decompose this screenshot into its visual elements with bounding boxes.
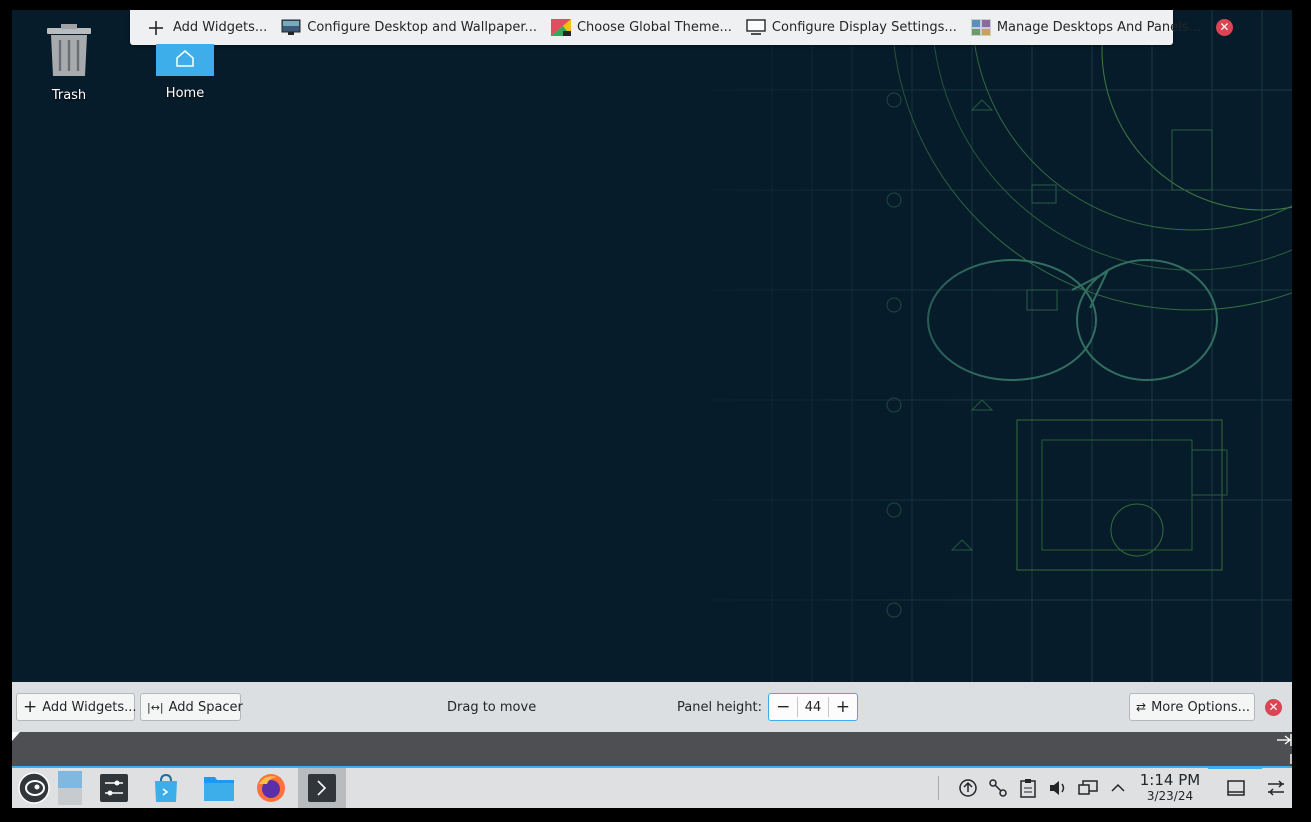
- configure-desktop-label: Configure Desktop and Wallpaper...: [307, 20, 537, 35]
- increase-height-button[interactable]: +: [827, 697, 857, 717]
- ruler-markers: [12, 732, 1292, 764]
- more-options-label: More Options...: [1151, 699, 1251, 715]
- add-widgets-button[interactable]: Add Widgets...: [140, 14, 274, 41]
- application-launcher-button[interactable]: [16, 768, 52, 808]
- clipboard-icon[interactable]: [1018, 778, 1038, 798]
- folder-icon: [204, 777, 234, 801]
- volume-icon[interactable]: [1048, 778, 1068, 798]
- close-panel-edit-icon[interactable]: ✕: [1265, 698, 1283, 716]
- left-offset-handle-icon: [12, 732, 20, 741]
- desktop[interactable]: Add Widgets... Configure Desktop and Wal…: [12, 10, 1292, 808]
- dolphin-file-manager-task[interactable]: [202, 768, 236, 808]
- panel-configure-icon[interactable]: [1266, 778, 1286, 798]
- plus-icon: [147, 19, 167, 36]
- clock-date: 3/23/24: [1146, 789, 1194, 803]
- pager-widget[interactable]: [56, 768, 84, 808]
- panel-edit-toolbar: + Add Widgets... |↔| Add Spacer Drag to …: [12, 682, 1292, 732]
- panel-height-label: Panel height:: [677, 699, 763, 715]
- taskbar-panel: 1:14 PM 3/23/24: [12, 766, 1292, 808]
- network-icon[interactable]: [988, 778, 1008, 798]
- konsole-task-active[interactable]: [298, 768, 346, 808]
- panel-height-stepper[interactable]: − 44 +: [768, 693, 859, 721]
- manage-desktops-label: Manage Desktops And Panels...: [996, 20, 1201, 35]
- add-spacer-label: Add Spacer: [168, 699, 243, 715]
- more-options-button[interactable]: ⇄ More Options...: [1129, 693, 1256, 721]
- tray-separator: [938, 776, 939, 800]
- clock-time: 1:14 PM: [1139, 771, 1201, 789]
- configure-desktop-button[interactable]: Configure Desktop and Wallpaper...: [274, 14, 544, 41]
- plus-icon: +: [23, 696, 38, 717]
- wallpaper: [652, 10, 1292, 682]
- add-spacer-button[interactable]: |↔| Add Spacer: [140, 693, 243, 721]
- configure-display-button[interactable]: Configure Display Settings...: [739, 14, 964, 41]
- panel-height-value[interactable]: 44: [798, 700, 827, 715]
- terminal-icon: [308, 774, 336, 802]
- theme-palette-icon: [550, 19, 571, 36]
- system-settings-task[interactable]: [98, 768, 130, 808]
- opensuse-logo-icon: [18, 772, 50, 804]
- trash-label: Trash: [51, 88, 87, 103]
- settings-sliders-icon: [100, 774, 128, 802]
- clock-active-indicator: [1208, 766, 1262, 769]
- configure-display-label: Configure Display Settings...: [771, 20, 957, 35]
- update-notifier-icon[interactable]: [958, 778, 978, 798]
- firefox-task[interactable]: [254, 768, 288, 808]
- shopping-bag-icon: [155, 773, 177, 802]
- sliders-icon: ⇄: [1136, 700, 1147, 714]
- panel-add-widgets-label: Add Widgets...: [42, 699, 137, 715]
- desktops-panels-icon: [970, 19, 991, 36]
- desktop-toolbar: Add Widgets... Configure Desktop and Wal…: [130, 10, 1233, 45]
- home-desktop-icon[interactable]: Home: [140, 44, 230, 101]
- drag-to-move-handle[interactable]: Drag to move: [447, 700, 567, 715]
- home-label: Home: [165, 86, 205, 101]
- firefox-icon: [257, 774, 285, 802]
- display-configuration-icon[interactable]: [1078, 778, 1098, 798]
- panel-ruler[interactable]: [12, 732, 1292, 766]
- choose-global-theme-label: Choose Global Theme...: [576, 20, 732, 35]
- trash-icon: [47, 24, 91, 76]
- trash-desktop-icon[interactable]: Trash: [24, 22, 114, 103]
- add-widgets-label: Add Widgets...: [173, 20, 268, 35]
- spacer-icon: |↔|: [147, 700, 164, 714]
- panel-add-widgets-button[interactable]: + Add Widgets...: [16, 693, 137, 721]
- show-desktop-icon[interactable]: [1226, 778, 1246, 798]
- digital-clock[interactable]: 1:14 PM 3/23/24: [1130, 772, 1210, 804]
- manage-desktops-button[interactable]: Manage Desktops And Panels...: [964, 14, 1208, 41]
- close-toolbar-icon[interactable]: ✕: [1215, 19, 1233, 36]
- virtual-desktop-icon: [58, 771, 82, 805]
- display-monitor-icon: [746, 19, 766, 36]
- discover-task[interactable]: [150, 768, 182, 808]
- decrease-height-button[interactable]: −: [769, 697, 799, 717]
- choose-global-theme-button[interactable]: Choose Global Theme...: [544, 14, 739, 41]
- home-folder-icon: [156, 44, 214, 76]
- desktop-wallpaper-icon: [281, 19, 301, 36]
- tray-expand-chevron-up-icon[interactable]: [1108, 778, 1128, 798]
